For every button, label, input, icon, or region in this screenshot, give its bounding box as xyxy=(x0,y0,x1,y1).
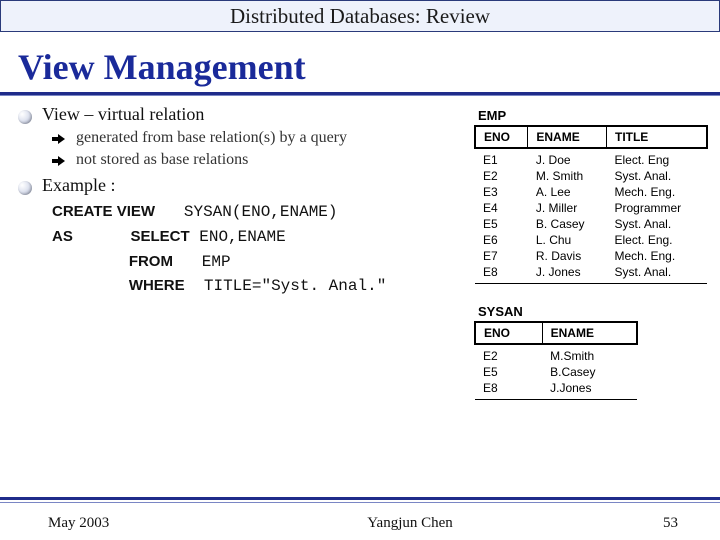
table-cell: E4 xyxy=(475,200,528,216)
table-cell: E8 xyxy=(475,264,528,284)
table-row: E8J.Jones xyxy=(475,380,637,400)
table-cell: R. Davis xyxy=(528,248,607,264)
table-cell: Programmer xyxy=(606,200,707,216)
footer-author: Yangjun Chen xyxy=(190,515,630,532)
table-row: E8J. JonesSyst. Anal. xyxy=(475,264,707,284)
table-col-header: ENO xyxy=(475,322,542,344)
table-cell: J.Jones xyxy=(542,380,637,400)
table-cell: Elect. Eng. xyxy=(606,232,707,248)
footer-rule-light xyxy=(0,502,720,503)
kw-as: AS xyxy=(52,228,73,245)
table-cell: A. Lee xyxy=(528,184,607,200)
footer: May 2003 Yangjun Chen 53 xyxy=(0,506,720,540)
kw-select: SELECT xyxy=(130,228,189,245)
table-cell: B.Casey xyxy=(542,364,637,380)
sub-bullet-2-text: not stored as base relations xyxy=(76,151,248,169)
bullet-icon xyxy=(18,181,32,195)
sub-bullet-2: not stored as base relations xyxy=(18,151,468,169)
footer-rule xyxy=(0,497,720,500)
sysan-caption: SYSAN xyxy=(478,304,708,319)
table-cell: J. Miller xyxy=(528,200,607,216)
emp-table: ENOENAMETITLE E1J. DoeElect. EngE2M. Smi… xyxy=(474,125,708,284)
sysan-header-row: ENOENAME xyxy=(475,322,637,344)
example-label-text: Example : xyxy=(42,175,115,196)
table-cell: J. Doe xyxy=(528,148,607,168)
table-cell: E3 xyxy=(475,184,528,200)
left-column: View – virtual relation generated from b… xyxy=(18,104,468,400)
table-cell: Syst. Anal. xyxy=(606,216,707,232)
table-cell: E1 xyxy=(475,148,528,168)
table-col-header: ENAME xyxy=(528,126,607,148)
footer-page: 53 xyxy=(630,515,720,532)
arrow-icon xyxy=(52,156,66,166)
table-col-header: ENAME xyxy=(542,322,637,344)
table-cell: E2 xyxy=(475,168,528,184)
emp-header-row: ENOENAMETITLE xyxy=(475,126,707,148)
table-cell: L. Chu xyxy=(528,232,607,248)
bullet-icon xyxy=(18,110,32,124)
sub-bullet-1: generated from base relation(s) by a que… xyxy=(18,129,468,147)
table-row: E6L. ChuElect. Eng. xyxy=(475,232,707,248)
sysan-table: ENOENAME E2M.SmithE5B.CaseyE8J.Jones xyxy=(474,321,638,400)
title-bar-text: Distributed Databases: Review xyxy=(230,4,490,29)
table-cell: B. Casey xyxy=(528,216,607,232)
main-bullet: View – virtual relation xyxy=(18,104,468,125)
table-cell: E6 xyxy=(475,232,528,248)
heading: View Management xyxy=(0,32,720,92)
kw-create: CREATE VIEW xyxy=(52,203,155,220)
table-cell: E2 xyxy=(475,344,542,364)
table-cell: E7 xyxy=(475,248,528,264)
example-label-row: Example : xyxy=(18,175,468,196)
table-row: E2M.Smith xyxy=(475,344,637,364)
table-row: E7R. DavisMech. Eng. xyxy=(475,248,707,264)
table-row: E1J. DoeElect. Eng xyxy=(475,148,707,168)
emp-caption: EMP xyxy=(478,108,708,123)
table-row: E5B.Casey xyxy=(475,364,637,380)
table-col-header: ENO xyxy=(475,126,528,148)
kw-from: FROM xyxy=(129,253,173,270)
table-cell: Syst. Anal. xyxy=(606,264,707,284)
table-row: E5B. CaseySyst. Anal. xyxy=(475,216,707,232)
sql-from-arg: EMP xyxy=(202,253,231,271)
table-row: E4J. MillerProgrammer xyxy=(475,200,707,216)
table-cell: E8 xyxy=(475,380,542,400)
table-cell: E5 xyxy=(475,364,542,380)
title-bar: Distributed Databases: Review xyxy=(0,0,720,32)
table-cell: Elect. Eng xyxy=(606,148,707,168)
table-cell: Mech. Eng. xyxy=(606,248,707,264)
sql-create-arg: SYSAN(ENO,ENAME) xyxy=(184,203,338,221)
sql-select-arg: ENO,ENAME xyxy=(199,228,285,246)
sql-where-arg: TITLE="Syst. Anal." xyxy=(204,277,386,295)
table-row: E3A. LeeMech. Eng. xyxy=(475,184,707,200)
sql-block: CREATE VIEW SYSAN(ENO,ENAME) AS SELECT E… xyxy=(18,200,468,299)
main-bullet-text: View – virtual relation xyxy=(42,104,204,125)
table-cell: M.Smith xyxy=(542,344,637,364)
table-cell: Syst. Anal. xyxy=(606,168,707,184)
table-row: E2M. SmithSyst. Anal. xyxy=(475,168,707,184)
table-cell: M. Smith xyxy=(528,168,607,184)
sub-bullet-1-text: generated from base relation(s) by a que… xyxy=(76,129,347,147)
footer-date: May 2003 xyxy=(0,515,190,532)
right-column: EMP ENOENAMETITLE E1J. DoeElect. EngE2M.… xyxy=(468,104,708,400)
arrow-icon xyxy=(52,134,66,144)
table-col-header: TITLE xyxy=(606,126,707,148)
table-cell: E5 xyxy=(475,216,528,232)
table-cell: J. Jones xyxy=(528,264,607,284)
table-cell: Mech. Eng. xyxy=(606,184,707,200)
content-area: View – virtual relation generated from b… xyxy=(0,96,720,400)
kw-where: WHERE xyxy=(129,277,185,294)
